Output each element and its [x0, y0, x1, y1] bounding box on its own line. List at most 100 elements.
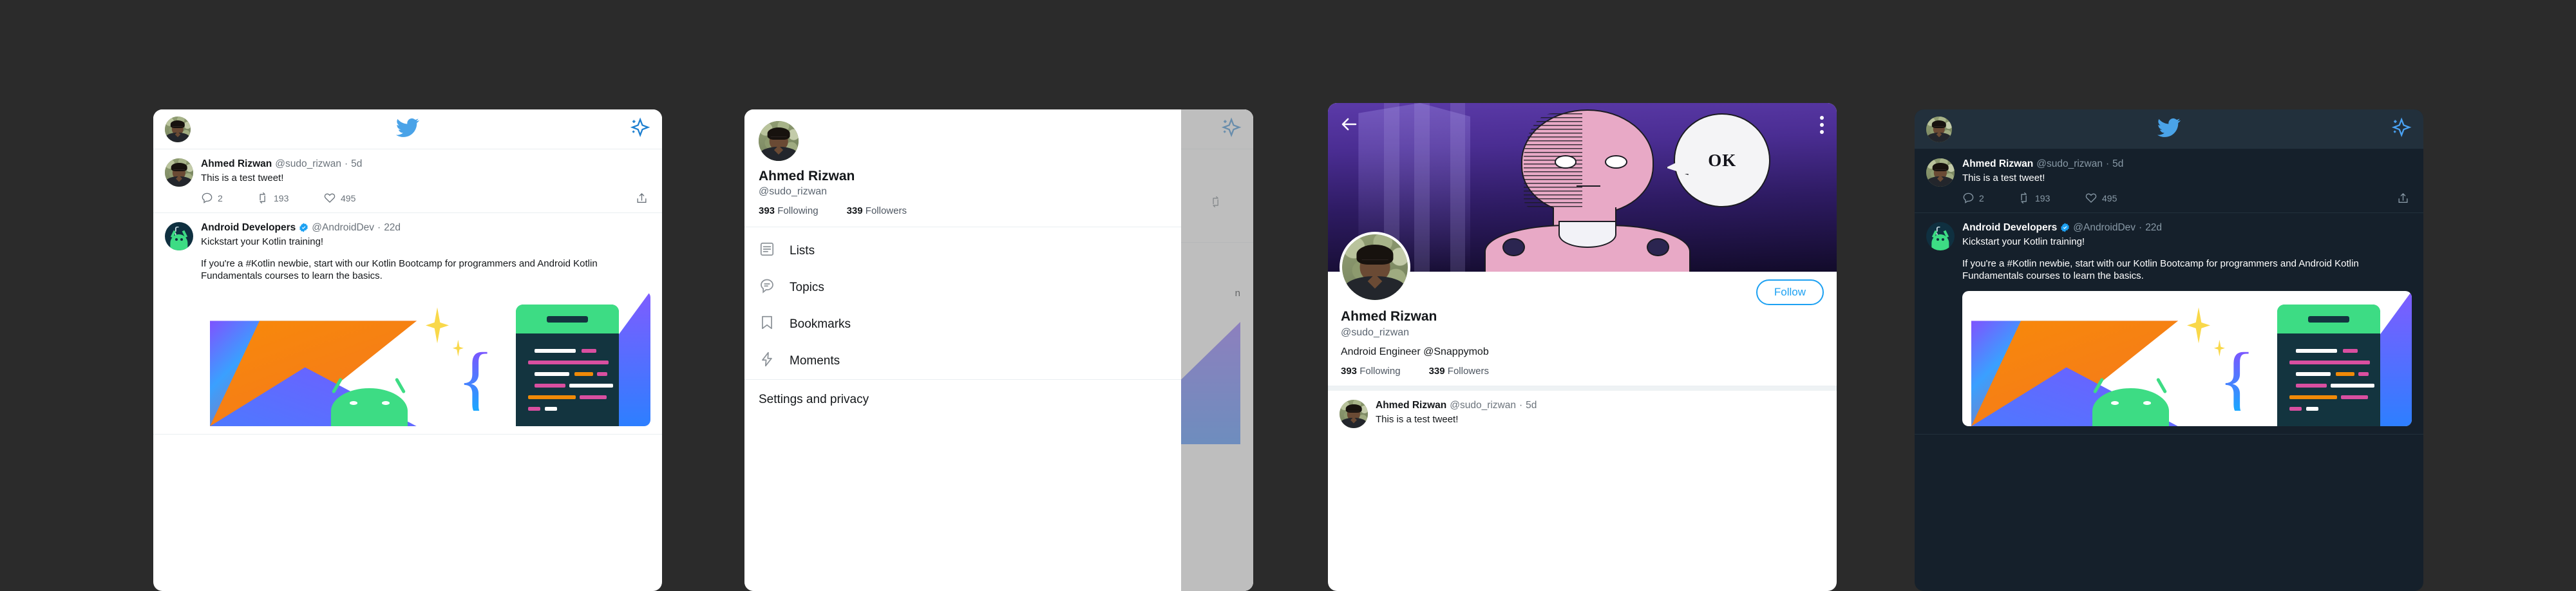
toolbar: [153, 109, 662, 149]
tweet-item[interactable]: Ahmed Rizwan @sudo_rizwan · 5d This is a…: [153, 149, 662, 213]
tweet-separator: ·: [377, 221, 381, 233]
screenshot-stage: Ahmed Rizwan @sudo_rizwan · 5d This is a…: [0, 0, 2576, 591]
speech-bubble: OK: [1665, 113, 1771, 208]
tweet-separator: ·: [1519, 400, 1523, 411]
panel-navigation-drawer: n Ahmed Rizwan @sudo_rizwan 393 Followin…: [744, 109, 1253, 591]
reply-count: 2: [1979, 192, 1984, 203]
menu-item-lists[interactable]: Lists: [744, 232, 1181, 269]
menu-item-topics[interactable]: Topics: [744, 269, 1181, 306]
followers-count: 339: [846, 205, 863, 216]
menu-item-bookmarks[interactable]: Bookmarks: [744, 306, 1181, 342]
more-vertical-icon[interactable]: [1820, 116, 1824, 134]
followers-stat[interactable]: 339 Followers: [847, 205, 907, 216]
tweet-timestamp: 22d: [384, 221, 401, 233]
following-count: 393: [759, 205, 775, 216]
speech-bubble-text: OK: [1708, 150, 1737, 170]
android-logo-avatar[interactable]: { }: [165, 221, 193, 250]
tweet-actions: 2 193 495: [201, 192, 650, 205]
followers-stat[interactable]: 339 Followers: [1429, 366, 1489, 377]
menu-label: Moments: [790, 353, 840, 368]
follow-button[interactable]: Follow: [1756, 279, 1824, 305]
panel-light-timeline: Ahmed Rizwan @sudo_rizwan · 5d This is a…: [153, 109, 662, 591]
menu-label: Topics: [790, 280, 824, 294]
topic-bubble-icon: [759, 277, 775, 297]
avatar[interactable]: [165, 158, 193, 187]
twitter-bird-icon[interactable]: [396, 118, 419, 140]
like-count: 495: [2102, 192, 2117, 203]
following-stat[interactable]: 393 Following: [759, 205, 819, 216]
android-logo-avatar[interactable]: { }: [1926, 221, 1955, 250]
banner-character: [1484, 109, 1691, 272]
phone-mockup-shape: [515, 305, 620, 427]
share-icon: [2398, 192, 2408, 203]
tweet-text-secondary: If you're a #Kotlin newbie, start with o…: [201, 258, 598, 282]
avatar[interactable]: [1926, 158, 1955, 187]
heart-icon: [2085, 193, 2097, 203]
user-avatar[interactable]: [165, 116, 191, 142]
drawer-user-handle: @sudo_rizwan: [759, 186, 828, 197]
drawer-avatar[interactable]: [759, 121, 799, 161]
like-action[interactable]: 495: [323, 192, 390, 204]
tweet-item[interactable]: Ahmed Rizwan @sudo_rizwan · 5d This is a…: [1915, 149, 2423, 213]
curly-brace-left: {: [457, 337, 495, 423]
lightning-bolt-icon: [759, 351, 775, 371]
tweet-media-image[interactable]: { }: [1962, 291, 2412, 427]
following-label: Following: [777, 205, 819, 216]
back-arrow-icon[interactable]: [1340, 115, 1359, 137]
following-count: 393: [1341, 366, 1358, 377]
reply-action[interactable]: 2: [1962, 192, 2018, 204]
retweet-count: 193: [2035, 192, 2050, 203]
section-divider: [1328, 386, 1837, 391]
retweet-action[interactable]: 193: [2018, 192, 2085, 204]
menu-label: Bookmarks: [790, 317, 851, 331]
share-action[interactable]: [636, 192, 648, 205]
reply-icon: [1963, 192, 1974, 204]
tweet-text: This is a test tweet!: [1376, 414, 1459, 425]
tweet-separator: ·: [2139, 221, 2143, 233]
tweet-item[interactable]: Ahmed Rizwan @sudo_rizwan · 5d This is a…: [1328, 391, 1837, 436]
avatar[interactable]: [1340, 400, 1368, 428]
tweet-text-secondary: If you're a #Kotlin newbie, start with o…: [1962, 258, 2359, 282]
drawer-user-name: Ahmed Rizwan: [759, 169, 855, 183]
tweet-media-image[interactable]: { }: [201, 291, 650, 427]
following-stat[interactable]: 393 Following: [1341, 366, 1401, 377]
retweet-icon: [260, 192, 265, 204]
tweet-author-name: Android Developers: [201, 221, 296, 233]
like-action[interactable]: 495: [2085, 192, 2152, 204]
retweet-action[interactable]: 193: [256, 192, 323, 204]
followers-label: Followers: [865, 205, 907, 216]
share-action[interactable]: [2397, 192, 2409, 205]
sparkle-large-icon: [426, 307, 449, 344]
user-avatar[interactable]: [1926, 116, 1952, 142]
panel-dark-timeline: Ahmed Rizwan @sudo_rizwan · 5d This is a…: [1915, 109, 2423, 591]
sparkle-icon[interactable]: [2390, 117, 2412, 142]
retweet-icon: [2021, 192, 2027, 204]
bookmark-icon: [759, 314, 775, 334]
profile-details: Follow Ahmed Rizwan @sudo_rizwan Android…: [1328, 232, 1837, 386]
tweet-item[interactable]: { } Android Developers @AndroidDev · 22d…: [1915, 212, 2423, 435]
tweet-author-handle: @AndroidDev: [312, 221, 375, 233]
android-antenna-right: [2155, 377, 2168, 394]
profile-handle: @sudo_rizwan: [1341, 327, 1410, 338]
tweet-timestamp: 5d: [2112, 158, 2124, 169]
profile-avatar[interactable]: [1340, 232, 1410, 303]
menu-item-settings-and-privacy[interactable]: Settings and privacy: [744, 380, 1181, 407]
tweet-author-name: Ahmed Rizwan: [1962, 158, 2034, 169]
drawer-menu: Lists Topics Bookmarks Moments: [744, 227, 1181, 380]
drawer-header: Ahmed Rizwan @sudo_rizwan 393 Following …: [744, 109, 1181, 227]
tweet-text: Kickstart your Kotlin training!: [201, 236, 324, 247]
reply-action[interactable]: 2: [201, 192, 256, 204]
menu-item-moments[interactable]: Moments: [744, 342, 1181, 379]
twitter-bird-icon[interactable]: [2157, 118, 2181, 140]
tweet-timestamp: 22d: [2145, 221, 2163, 233]
tweet-timestamp: 5d: [1526, 400, 1537, 411]
navigation-drawer: Ahmed Rizwan @sudo_rizwan 393 Following …: [744, 109, 1181, 591]
panel-profile: OK Follow Ahmed Rizwan @sudo_rizwan Andr…: [1328, 103, 1837, 591]
phone-mockup-shape: [2277, 305, 2381, 427]
tweet-item[interactable]: { } Android Developers @AndroidDev · 22d…: [153, 212, 662, 435]
sparkle-icon[interactable]: [629, 117, 650, 142]
reply-count: 2: [218, 192, 223, 203]
tweet-author-handle: @sudo_rizwan: [1450, 400, 1516, 411]
following-label: Following: [1359, 366, 1401, 377]
tweet-text: Kickstart your Kotlin training!: [1962, 236, 2085, 247]
